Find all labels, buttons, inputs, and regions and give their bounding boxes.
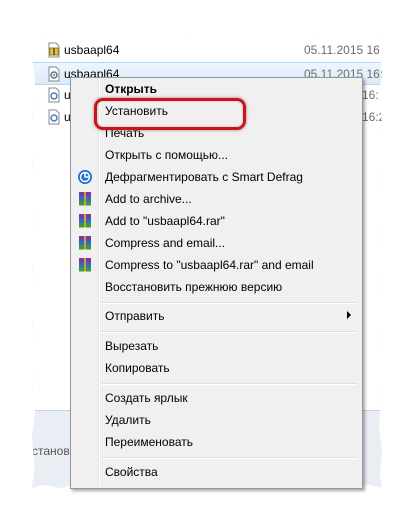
menu-item-cut[interactable]: Вырезать [73, 335, 359, 357]
winrar-icon [79, 192, 91, 206]
menu-separator [101, 457, 357, 459]
installer-file-icon [48, 87, 60, 103]
winrar-icon [79, 214, 91, 228]
menu-item-defrag[interactable]: Дефрагментировать с Smart Defrag [73, 166, 359, 188]
menu-item-create-shortcut[interactable]: Создать ярлык [73, 387, 359, 409]
menu-item-copy[interactable]: Копировать [73, 357, 359, 379]
winrar-icon [79, 258, 91, 272]
menu-item-label: Compress and email... [105, 236, 226, 250]
file-date: 16:2 [362, 88, 382, 102]
menu-item-label: Удалить [105, 413, 151, 427]
menu-item-open-with[interactable]: Открыть с помощью... [73, 144, 359, 166]
menu-item-restore[interactable]: Восстановить прежнюю версию [73, 276, 359, 298]
menu-item-label: Создать ярлык [105, 391, 188, 405]
menu-item-print[interactable]: Печать [73, 122, 359, 144]
menu-separator [101, 383, 357, 385]
winrar-icon [79, 236, 91, 250]
menu-item-compress-rar-email[interactable]: Compress to "usbaapl64.rar" and email [73, 254, 359, 276]
menu-item-label: Восстановить прежнюю версию [105, 280, 283, 294]
menu-item-properties[interactable]: Свойства [73, 461, 359, 483]
menu-item-label: Копировать [105, 361, 170, 375]
menu-item-open[interactable]: Открыть [73, 78, 359, 100]
menu-item-label: Переименовать [105, 435, 193, 449]
file-name: usbaapl64 [64, 43, 120, 57]
menu-item-rename[interactable]: Переименовать [73, 431, 359, 453]
context-menu: Открыть Установить Печать Открыть с помо… [70, 77, 363, 489]
menu-item-compress-email[interactable]: Compress and email... [73, 232, 359, 254]
menu-item-label: Вырезать [105, 339, 159, 353]
submenu-arrow-icon [347, 311, 351, 319]
archive-file-icon [48, 42, 60, 58]
smart-defrag-icon [78, 170, 92, 184]
menu-item-add-rar[interactable]: Add to "usbaapl64.rar" [73, 210, 359, 232]
menu-item-label: Add to "usbaapl64.rar" [105, 214, 225, 228]
menu-item-label: Дефрагментировать с Smart Defrag [105, 170, 303, 184]
menu-item-add-archive[interactable]: Add to archive... [73, 188, 359, 210]
menu-separator [101, 331, 357, 333]
menu-item-label: Add to archive... [105, 192, 192, 206]
menu-item-label: Свойства [105, 465, 158, 479]
file-date: 05.11.2015 16:2 [304, 43, 382, 57]
menu-item-label: Открыть [105, 82, 158, 96]
file-date: 16:2 [362, 110, 382, 124]
menu-item-label: Compress to "usbaapl64.rar" and email [105, 258, 314, 272]
menu-item-label: Отправить [105, 309, 165, 323]
menu-item-label: Печать [105, 126, 145, 140]
details-label: станов [32, 444, 70, 458]
installer-file-icon [48, 109, 60, 125]
file-row[interactable]: usbaapl64 05.11.2015 16:2 [32, 39, 382, 60]
menu-item-send-to[interactable]: Отправить [73, 305, 359, 327]
menu-item-delete[interactable]: Удалить [73, 409, 359, 431]
menu-separator [101, 302, 357, 304]
menu-item-install[interactable]: Установить [73, 100, 359, 122]
menu-item-label: Открыть с помощью... [105, 148, 229, 162]
installer-file-icon [48, 66, 60, 82]
menu-item-label: Установить [105, 104, 168, 118]
